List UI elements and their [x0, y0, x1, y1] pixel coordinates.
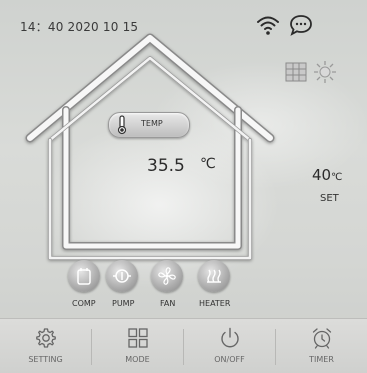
- temp-indicator: TEMP: [108, 112, 190, 138]
- setpoint-value: 40: [312, 166, 332, 184]
- timer-label: TIMER: [309, 355, 334, 364]
- grid-mode-icon: [285, 62, 307, 82]
- timer-button[interactable]: TIMER: [276, 319, 367, 373]
- bottom-nav-bar: SETTING MODE ON/OFF TIMER: [0, 318, 367, 373]
- compressor-label: COMP: [72, 299, 96, 308]
- temp-label: TEMP: [141, 119, 163, 128]
- setpoint-display[interactable]: 40℃: [312, 166, 342, 184]
- thermometer-icon: [117, 115, 127, 135]
- setpoint-unit: ℃: [331, 172, 343, 183]
- pump-icon: [113, 269, 131, 283]
- setting-button[interactable]: SETTING: [0, 319, 91, 373]
- hmi-screen: 14：40 2020 10 15 TEMP 35.5 ℃ 40℃ SET COM…: [0, 0, 367, 373]
- on-off-button[interactable]: ON/OFF: [184, 319, 275, 373]
- heater-label: HEATER: [199, 299, 231, 308]
- power-icon: [220, 327, 239, 348]
- compressor-icon: [77, 268, 91, 285]
- mode-button[interactable]: MODE: [92, 319, 183, 373]
- on-off-label: ON/OFF: [214, 355, 245, 364]
- setpoint-label: SET: [320, 193, 339, 204]
- mode-label: MODE: [125, 355, 150, 364]
- heater-icon: [207, 269, 221, 283]
- fan-icon: [158, 267, 176, 285]
- fan-label: FAN: [160, 299, 176, 308]
- fan-status: [151, 260, 183, 292]
- alarm-clock-icon: [312, 328, 331, 349]
- setting-label: SETTING: [28, 355, 63, 364]
- pump-label: PUMP: [112, 299, 135, 308]
- current-temperature-unit: ℃: [200, 156, 216, 172]
- grid-icon: [127, 328, 148, 348]
- sun-mode-icon: [314, 61, 336, 83]
- gear-icon: [35, 328, 56, 348]
- pump-status: [106, 260, 138, 292]
- heater-status: [198, 260, 230, 292]
- compressor-status: [68, 260, 100, 292]
- current-temperature-value: 35.5: [147, 156, 185, 176]
